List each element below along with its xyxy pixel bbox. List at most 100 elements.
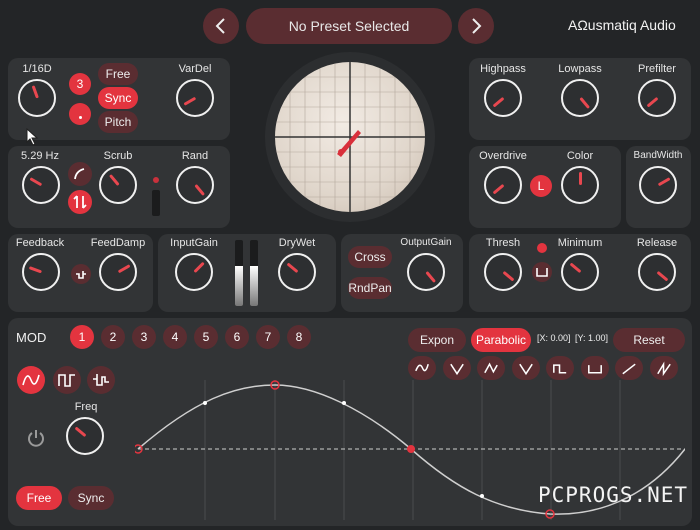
lfo-rate-knob[interactable] <box>22 166 60 204</box>
thresh-knob[interactable] <box>484 253 522 291</box>
drywet-label: DryWet <box>278 237 316 249</box>
swap-icon <box>73 195 87 209</box>
step-mode-button[interactable] <box>53 366 81 394</box>
scope-display <box>275 62 425 212</box>
mod-slot-8-button[interactable]: 8 <box>287 325 311 349</box>
freq-label: Freq <box>74 401 98 413</box>
scrub-knob[interactable] <box>99 166 137 204</box>
input-meter <box>235 240 243 306</box>
link-button[interactable]: L <box>530 175 552 197</box>
swap-button[interactable] <box>68 190 92 214</box>
preset-display[interactable]: No Preset Selected <box>246 8 452 44</box>
parabolic-button[interactable]: Parabolic <box>471 328 531 352</box>
sine-shape-button[interactable] <box>408 356 436 380</box>
triangle-shape-button[interactable] <box>477 356 505 380</box>
input-gain-label: InputGain <box>170 237 218 249</box>
ramp-up-shape-button[interactable] <box>615 356 643 380</box>
delay-time-knob[interactable] <box>18 79 56 117</box>
watermark: PCPROGS.NET <box>538 483 689 507</box>
free-button[interactable]: Free <box>98 63 138 85</box>
mod-slot-2-button[interactable]: 2 <box>101 325 125 349</box>
prefilter-knob[interactable] <box>638 79 676 117</box>
input-gain-knob[interactable] <box>175 253 213 291</box>
mod-slot-6-button[interactable]: 6 <box>225 325 249 349</box>
curve-shape-button[interactable] <box>68 162 92 186</box>
inverted-v-shape-button[interactable] <box>511 356 540 380</box>
sync-button[interactable]: Sync <box>98 87 138 109</box>
drywet-knob[interactable] <box>278 253 316 291</box>
brand-logo: AΩusmatiq Audio <box>568 17 676 33</box>
power-icon[interactable] <box>25 427 47 449</box>
pulse-shape-button[interactable] <box>580 356 609 380</box>
pitch-button[interactable]: Pitch <box>98 111 138 133</box>
triangle-shape-icon <box>484 362 498 374</box>
freq-knob[interactable] <box>66 417 104 455</box>
rand-label: Rand <box>181 150 209 162</box>
feeddamp-knob[interactable] <box>99 253 137 291</box>
output-meter <box>250 240 258 306</box>
y-readout: [Y: 1.00] <box>575 333 609 343</box>
highpass-label: Highpass <box>480 63 526 75</box>
v-shape-button[interactable] <box>442 356 471 380</box>
minimum-label: Minimum <box>557 237 603 249</box>
overdrive-knob[interactable] <box>484 166 522 204</box>
mod-title: MOD <box>16 330 47 345</box>
cross-button[interactable]: Cross <box>348 246 392 268</box>
gate-shape-icon <box>536 268 548 277</box>
thresh-label: Thresh <box>485 237 521 249</box>
mod-sync-button[interactable]: Sync <box>68 486 114 510</box>
minimum-knob[interactable] <box>561 253 599 291</box>
v-shape-icon <box>449 363 464 376</box>
sine-shape-icon <box>415 363 429 372</box>
release-knob[interactable] <box>638 253 676 291</box>
feeddamp-label: FeedDamp <box>90 237 146 249</box>
saw-shape-button[interactable] <box>649 356 678 380</box>
vardel-knob[interactable] <box>176 79 214 117</box>
chevron-right-icon <box>472 18 482 34</box>
curve-arrow-icon <box>74 168 85 180</box>
expon-button[interactable]: Expon <box>408 328 466 352</box>
saw-shape-icon <box>656 361 671 377</box>
mod-slot-7-button[interactable]: 7 <box>256 325 280 349</box>
mod-free-button[interactable]: Free <box>16 486 62 510</box>
prev-preset-button[interactable] <box>203 8 239 44</box>
lfo-rate-value: 5.29 Hz <box>21 150 59 162</box>
dot-button[interactable] <box>69 103 91 125</box>
prefilter-label: Prefilter <box>638 63 676 75</box>
chevron-left-icon <box>215 18 225 34</box>
bandwidth-knob[interactable] <box>639 166 677 204</box>
square-shape-button[interactable] <box>546 356 574 380</box>
rndpan-button[interactable]: RndPan <box>348 277 392 299</box>
highpass-knob[interactable] <box>484 79 522 117</box>
step-wave-icon <box>58 374 75 387</box>
square-shape-icon <box>553 364 567 374</box>
random-wave-icon <box>93 374 109 386</box>
random-mode-button[interactable] <box>87 366 115 394</box>
mod-slot-1-button[interactable]: 1 <box>70 325 94 349</box>
color-label: Color <box>566 150 594 162</box>
mod-slot-3-button[interactable]: 3 <box>132 325 156 349</box>
rand-knob[interactable] <box>176 166 214 204</box>
next-preset-button[interactable] <box>458 8 494 44</box>
gate-led <box>537 243 547 253</box>
outputgain-knob[interactable] <box>407 253 445 291</box>
mod-slot-4-button[interactable]: 4 <box>163 325 187 349</box>
vardel-label: VarDel <box>178 63 212 75</box>
mod-slot-5-button[interactable]: 5 <box>194 325 218 349</box>
scrub-label: Scrub <box>103 150 133 162</box>
reset-button[interactable]: Reset <box>613 328 685 352</box>
lowpass-knob[interactable] <box>561 79 599 117</box>
feedback-knob[interactable] <box>22 253 60 291</box>
inverted-v-shape-icon <box>518 363 533 376</box>
x-readout: [X: 0.00] <box>537 333 571 343</box>
pulse-shape-icon <box>587 365 602 374</box>
sine-mode-button[interactable] <box>17 366 45 394</box>
lfo-meter <box>152 190 160 216</box>
gate-mode-button[interactable] <box>532 262 552 282</box>
multiplier-button[interactable]: 3 <box>69 73 91 95</box>
color-knob[interactable] <box>561 166 599 204</box>
sine-wave-icon <box>22 374 40 386</box>
feedback-mode-button[interactable] <box>71 264 91 284</box>
lfo-led <box>153 177 159 183</box>
outputgain-label: OutputGain <box>400 237 452 248</box>
